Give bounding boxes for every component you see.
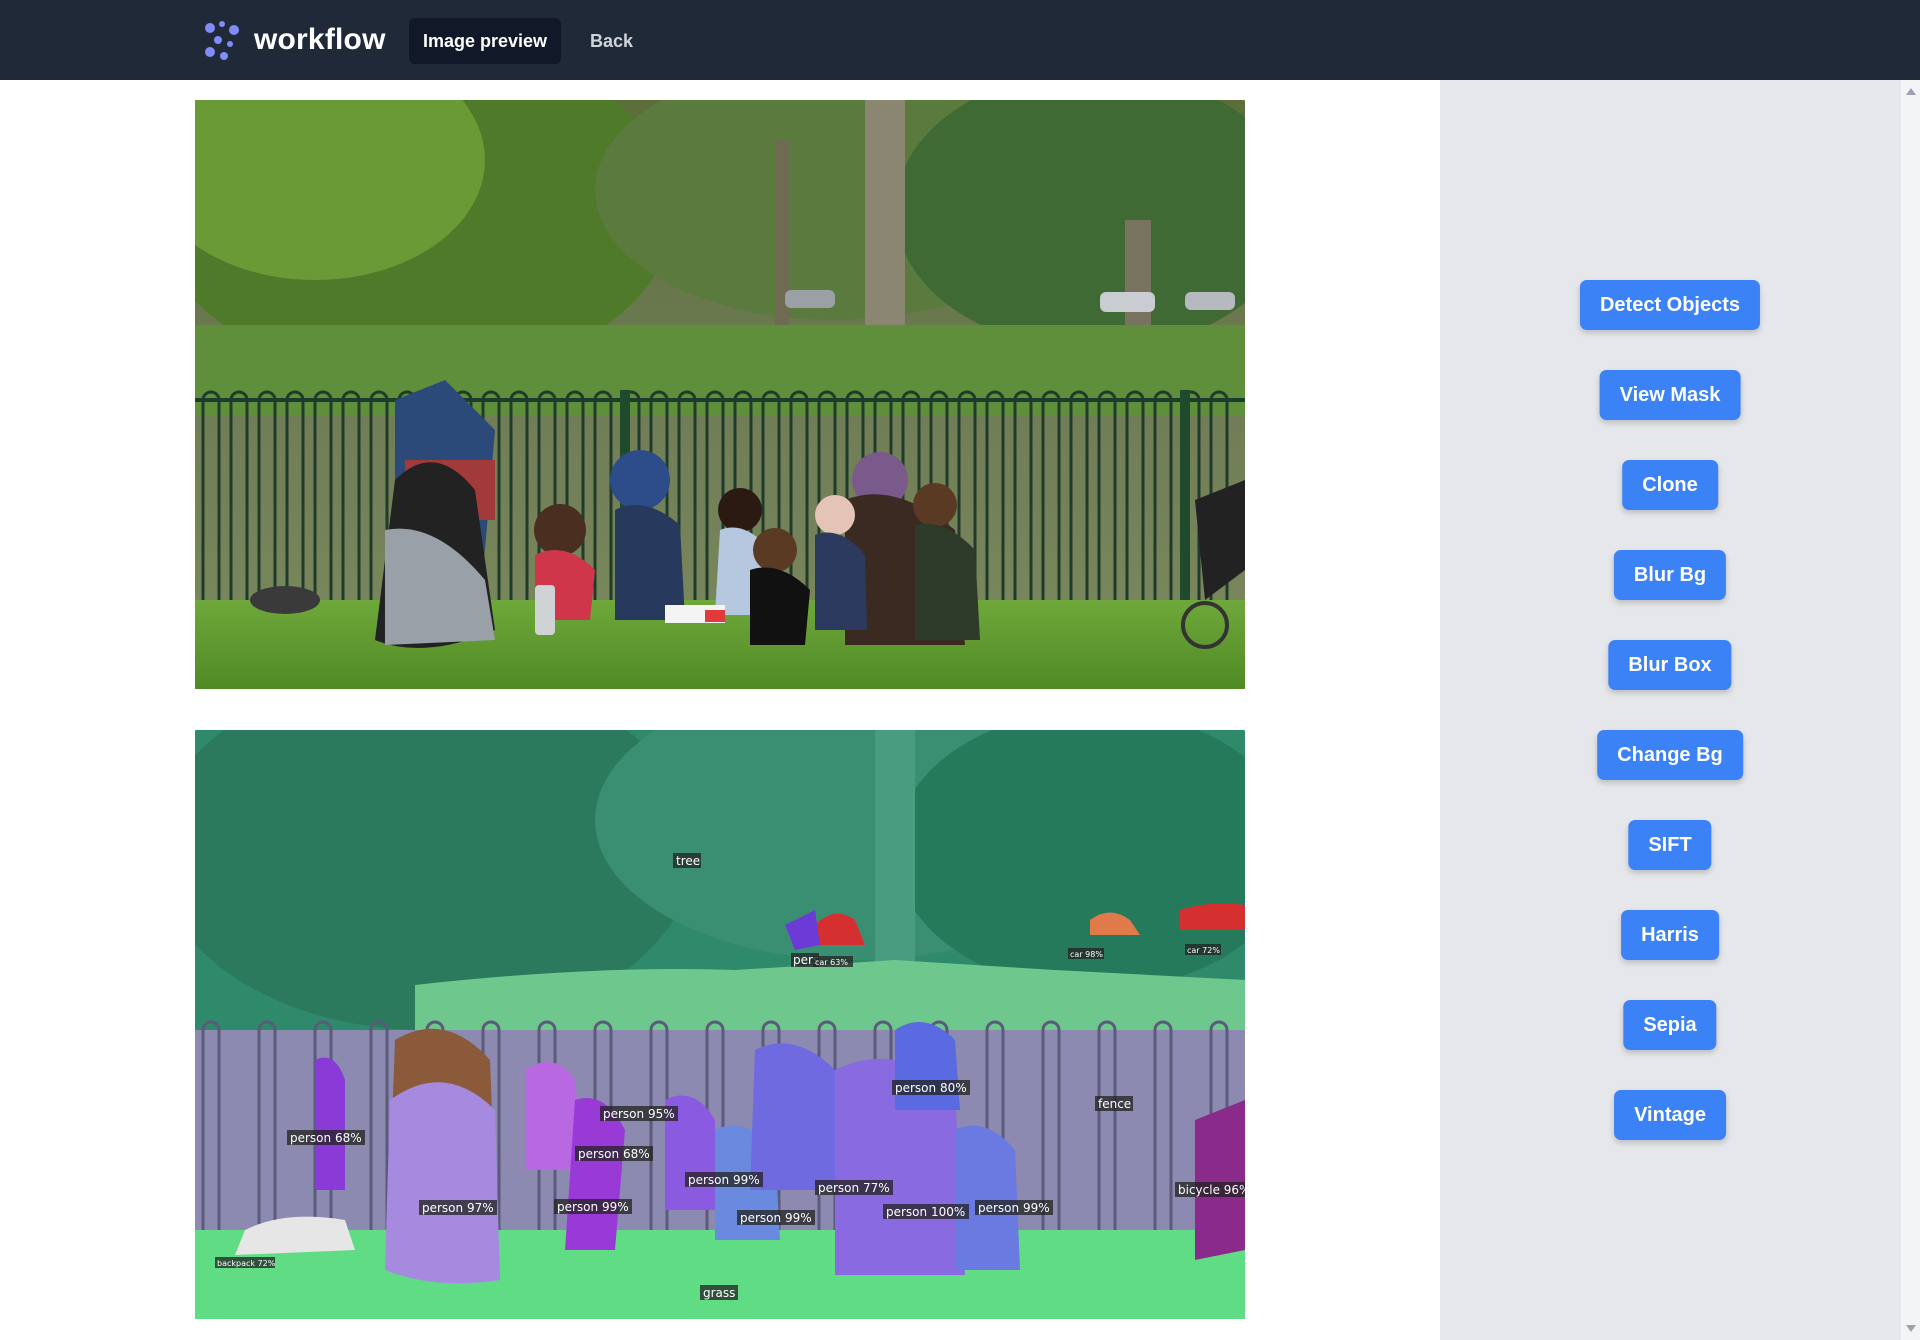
svg-text:bicycle 96%: bicycle 96%	[1178, 1183, 1245, 1197]
label-car-98: car 98%	[1068, 948, 1104, 959]
label-person-99d: person 99%	[975, 1200, 1053, 1215]
original-photo	[195, 100, 1245, 689]
label-person-80: person 80%	[892, 1080, 970, 1095]
action-sidebar: Detect Objects View Mask Clone Blur Bg B…	[1440, 80, 1900, 1340]
svg-text:car 63%: car 63%	[815, 958, 848, 967]
label-person-68a: person 68%	[287, 1130, 365, 1145]
label-person-100: person 100%	[883, 1204, 969, 1219]
scroll-down-icon[interactable]	[1906, 1325, 1916, 1332]
svg-text:person 99%: person 99%	[978, 1201, 1050, 1215]
svg-text:backpack 72%: backpack 72%	[217, 1259, 276, 1268]
svg-text:grass: grass	[703, 1286, 735, 1300]
segmented-image: tree car 98% car 72% pers car 63% fence	[195, 730, 1245, 1319]
view-mask-button[interactable]: View Mask	[1599, 370, 1741, 420]
label-person-99c: person 99%	[737, 1210, 815, 1225]
sepia-button[interactable]: Sepia	[1623, 1000, 1717, 1050]
svg-text:person 68%: person 68%	[290, 1131, 362, 1145]
scroll-up-icon[interactable]	[1906, 88, 1916, 95]
svg-text:person 68%: person 68%	[578, 1147, 650, 1161]
label-tree: tree	[673, 853, 701, 868]
svg-text:person 95%: person 95%	[603, 1107, 675, 1121]
sift-button[interactable]: SIFT	[1628, 820, 1712, 870]
label-car-63: car 63%	[813, 956, 853, 967]
label-person-95: person 95%	[600, 1106, 678, 1121]
back-link[interactable]: Back	[590, 18, 633, 64]
label-bicycle-96: bicycle 96%	[1175, 1182, 1245, 1197]
workflow-logo-icon	[205, 21, 239, 60]
vintage-button[interactable]: Vintage	[1614, 1090, 1726, 1140]
top-navbar: workflow Image preview Back	[0, 0, 1920, 80]
label-backpack-72: backpack 72%	[215, 1257, 276, 1268]
label-person-99b: person 99%	[554, 1199, 632, 1214]
svg-text:car 98%: car 98%	[1070, 950, 1103, 959]
svg-text:fence: fence	[1098, 1097, 1131, 1111]
blur-box-button[interactable]: Blur Box	[1608, 640, 1732, 690]
label-car-72: car 72%	[1185, 944, 1221, 955]
tab-image-preview[interactable]: Image preview	[409, 18, 562, 64]
blur-bg-button[interactable]: Blur Bg	[1613, 550, 1727, 600]
svg-text:person 100%: person 100%	[886, 1205, 965, 1219]
svg-text:car 72%: car 72%	[1187, 946, 1220, 955]
app-name: workflow	[254, 23, 386, 56]
label-person-68b: person 68%	[575, 1146, 653, 1161]
segmentation-overlay: tree car 98% car 72% pers car 63% fence	[195, 730, 1245, 1319]
svg-text:person 97%: person 97%	[422, 1201, 494, 1215]
label-grass: grass	[700, 1285, 738, 1300]
svg-text:person 80%: person 80%	[895, 1081, 967, 1095]
label-fence: fence	[1095, 1096, 1133, 1111]
change-bg-button[interactable]: Change Bg	[1597, 730, 1743, 780]
svg-text:person 99%: person 99%	[688, 1173, 760, 1187]
svg-text:person 77%: person 77%	[818, 1181, 890, 1195]
svg-text:tree: tree	[676, 854, 700, 868]
brand[interactable]: workflow	[200, 18, 386, 62]
label-person-77: person 77%	[815, 1180, 893, 1195]
main-content: tree car 98% car 72% pers car 63% fence	[0, 80, 1440, 1340]
svg-text:person 99%: person 99%	[740, 1211, 812, 1225]
label-person-99a: person 99%	[685, 1172, 763, 1187]
original-image	[195, 100, 1245, 689]
clone-button[interactable]: Clone	[1622, 460, 1718, 510]
svg-text:person 99%: person 99%	[557, 1200, 629, 1214]
harris-button[interactable]: Harris	[1621, 910, 1719, 960]
label-person-97: person 97%	[419, 1200, 497, 1215]
page-scrollbar[interactable]	[1900, 80, 1920, 1340]
detect-objects-button[interactable]: Detect Objects	[1579, 280, 1761, 330]
